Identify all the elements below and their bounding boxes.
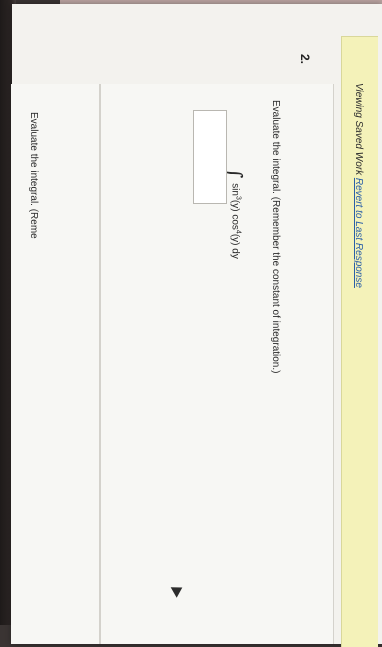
banner-message: Viewing Saved Work Revert to Last Respon…	[353, 83, 364, 288]
saved-work-banner: Viewing Saved Work Revert to Last Respon…	[341, 36, 378, 647]
cosine-function: cos	[229, 214, 241, 230]
question-prompt: Evaluate the integral. (Remember the con…	[270, 100, 281, 374]
question-panel: Evaluate the integral. (Reme	[11, 84, 100, 644]
mouse-cursor-icon	[170, 582, 186, 598]
question-panel: Evaluate the integral. (Remember the con…	[100, 84, 334, 644]
sine-argument: (y)	[229, 199, 241, 212]
screen: Viewing Saved Work Revert to Last Respon…	[11, 4, 382, 647]
question-prompt: Evaluate the integral. (Reme	[28, 112, 39, 239]
cosine-argument: (y) dy	[229, 233, 241, 259]
banner-text: Viewing Saved Work	[353, 83, 364, 176]
question-number: 2.	[298, 54, 312, 65]
answer-input[interactable]	[193, 110, 227, 204]
revert-link[interactable]: Revert to Last Response	[353, 178, 364, 288]
sine-function: sin	[229, 183, 241, 196]
